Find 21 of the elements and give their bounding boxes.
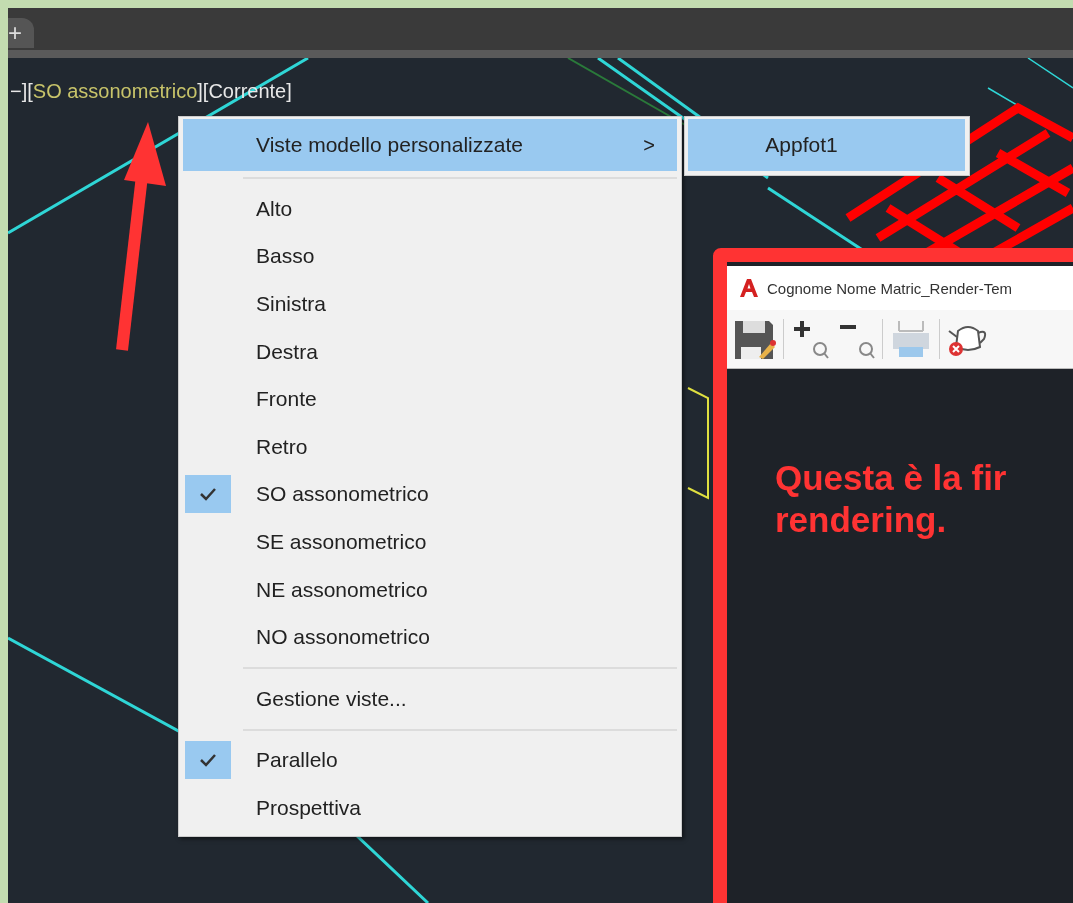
menu-item[interactable]: Parallelo bbox=[183, 736, 677, 785]
window-title: Cognome Nome Matric_Render-Tem bbox=[767, 279, 1013, 297]
checkmark-icon bbox=[199, 487, 217, 502]
menu-item[interactable]: Gestione viste... bbox=[183, 674, 677, 723]
menu-item[interactable]: Basso bbox=[183, 232, 677, 281]
menu-item[interactable]: Prospettiva bbox=[183, 784, 677, 832]
menu-item[interactable]: SE assonometrico bbox=[183, 518, 677, 566]
checkmark-icon bbox=[199, 753, 217, 768]
menu-item[interactable]: SO assonometrico bbox=[183, 470, 677, 519]
app-logo-icon bbox=[739, 278, 759, 298]
submenu-item[interactable]: Viste modello personalizzate > bbox=[183, 119, 677, 171]
menu-item[interactable]: Sinistra bbox=[183, 280, 677, 328]
menu-item[interactable]: NO assonometrico bbox=[183, 613, 677, 661]
menu-item[interactable]: Alto bbox=[183, 185, 677, 233]
menu-item[interactable]: Retro bbox=[183, 422, 677, 471]
menu-item[interactable]: Destra bbox=[183, 327, 677, 376]
annotation-text: Questa è la fir rendering. bbox=[775, 457, 1008, 541]
menu-item[interactable]: Appfot1 bbox=[688, 119, 965, 171]
new-tab-button[interactable]: + bbox=[8, 18, 34, 48]
menu-item[interactable]: NE assonometrico bbox=[183, 565, 677, 614]
menu-item[interactable]: Fronte bbox=[183, 375, 677, 423]
